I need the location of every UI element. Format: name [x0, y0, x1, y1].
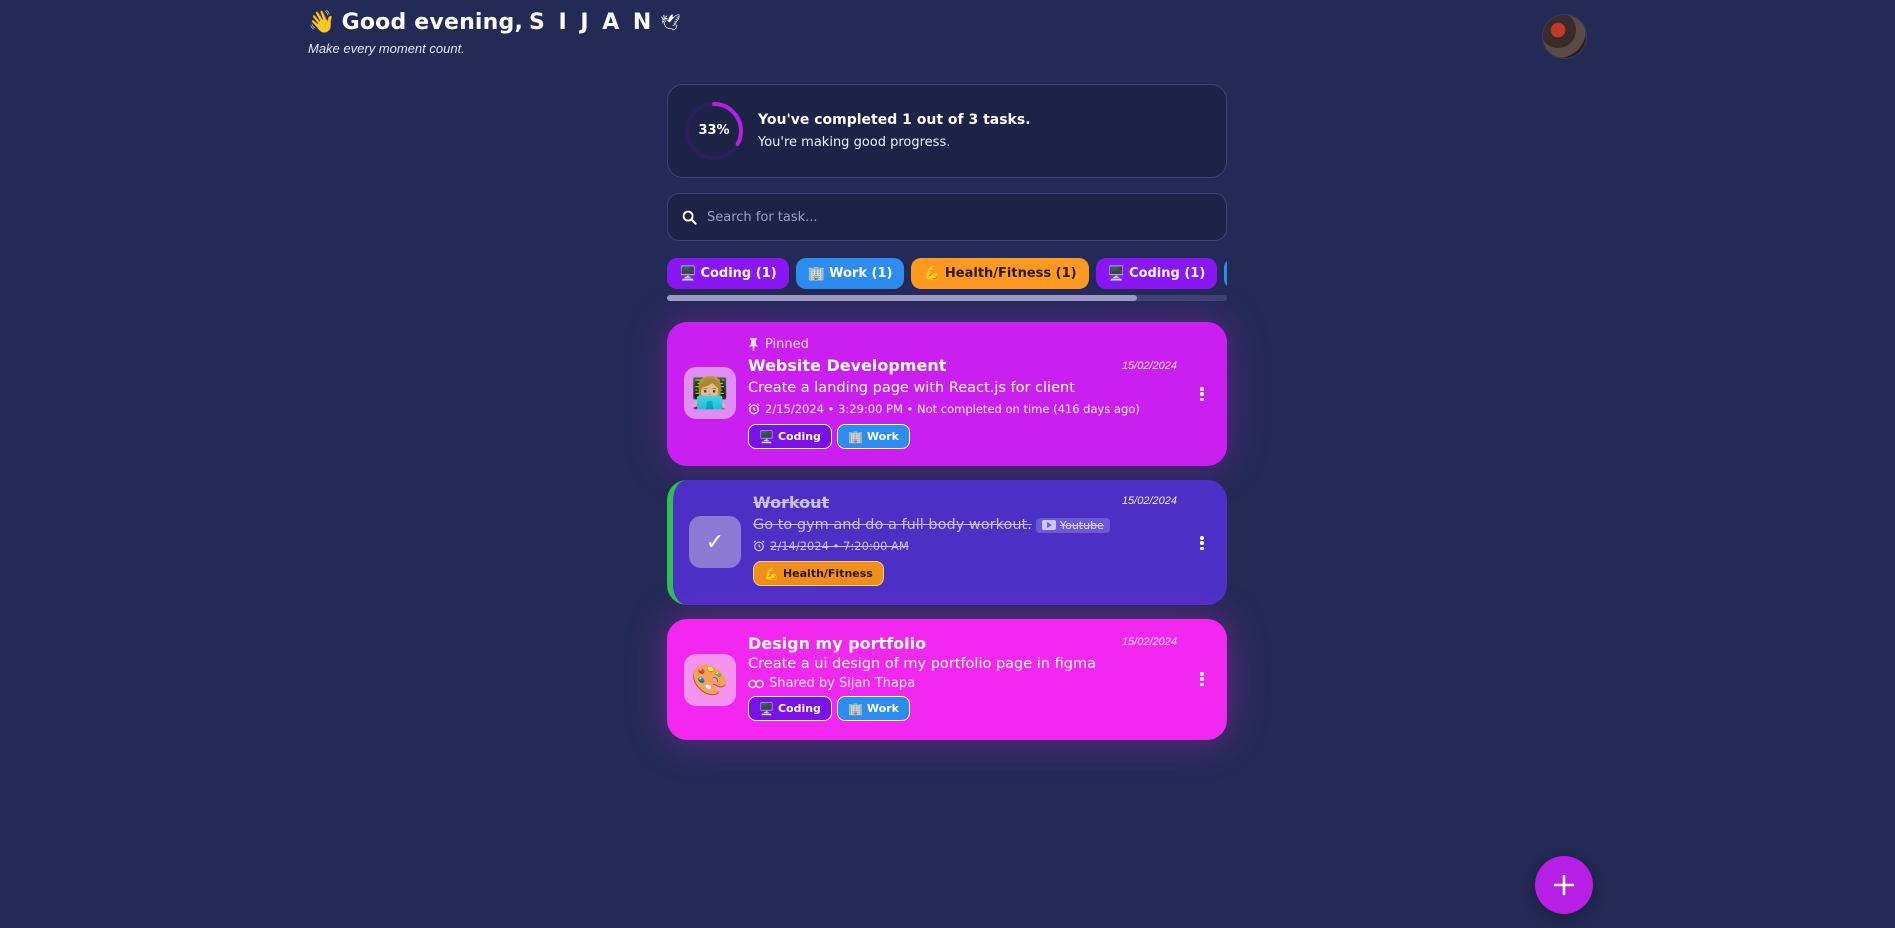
task-description-row: Go to gym and do a full body workout. Yo… [753, 517, 1177, 533]
greeting: 👋 Good evening, S I J A N 🕊 [308, 10, 681, 35]
category-chip-label: Coding (1) [700, 266, 777, 281]
add-task-button[interactable] [1535, 856, 1593, 914]
office-building-icon: 🏢 [847, 429, 863, 444]
office-building-icon: 🏢 [847, 701, 863, 716]
artist-palette-icon: 🎨 [684, 654, 736, 706]
category-chip-label: Coding (1) [1129, 266, 1206, 281]
category-chip-label: Health/Fitness (1) [944, 266, 1077, 281]
tag-label: Coding [777, 702, 821, 715]
task-card[interactable]: 👩🏼‍💻 Pinned Website Development 15/02/20… [667, 322, 1227, 466]
flexed-bicep-icon: 💪 [764, 566, 779, 581]
task-date: 15/02/2024 [1121, 636, 1177, 648]
greeting-prefix: Good evening, [341, 10, 524, 35]
tag-label: Work [866, 430, 899, 443]
technologist-icon: 👩🏼‍💻 [684, 367, 736, 419]
task-title: Website Development [748, 356, 947, 375]
user-name: S I J A N [529, 10, 655, 35]
progress-percent: 33% [698, 123, 730, 138]
task-card[interactable]: 🎨 Design my portfolio 15/02/2024 Create … [667, 619, 1227, 740]
youtube-icon [1041, 520, 1056, 530]
task-card-completed[interactable]: ✓ Workout 15/02/2024 Go to gym and do a … [667, 480, 1227, 605]
more-options-icon[interactable] [1197, 384, 1207, 404]
task-shared-by-text: Shared by Sijan Thapa [769, 676, 916, 691]
category-chip-work[interactable]: 🏢 Work (1) [795, 258, 905, 289]
task-description: Create a landing page with React.js for … [748, 380, 1075, 396]
tag-label: Coding [777, 430, 821, 443]
task-deadline-text: 2/15/2024 • 3:29:00 PM • Not completed o… [765, 402, 1140, 416]
category-chip-coding[interactable]: 🖥️ Coding (1) [667, 258, 789, 289]
youtube-link[interactable]: Youtube [1035, 517, 1110, 533]
pinned-indicator: Pinned [748, 335, 1177, 353]
checkmark-icon: ✓ [689, 516, 741, 568]
progress-card: 33% You've completed 1 out of 3 tasks. Y… [667, 84, 1227, 178]
category-bar: 🖥️ Coding (1) 🏢 Work (1) 💪 Health/Fitnes… [667, 258, 1227, 302]
desktop-icon: 🖥️ [759, 701, 774, 716]
progress-subtitle: You're making good progress. [758, 135, 951, 150]
task-shared-by: Shared by Sijan Thapa [748, 676, 1177, 691]
task-description: Create a ui design of my portfolio page … [748, 656, 1096, 672]
task-date: 15/02/2024 [1121, 360, 1177, 372]
header: 👋 Good evening, S I J A N 🕊 Make every m… [308, 10, 681, 56]
wave-icon: 👋 [308, 10, 336, 35]
tag-work[interactable]: 🏢 Work [836, 424, 910, 449]
task-deadline-text: 2/14/2024 • 7:20:00 AM [770, 539, 909, 553]
tag-label: Health/Fitness [782, 567, 873, 580]
category-chip-work-2[interactable] [1224, 258, 1227, 289]
greeting-subtitle: Make every moment count. [308, 41, 465, 56]
search-input[interactable] [707, 209, 1187, 225]
tag-coding[interactable]: 🖥️ Coding [748, 696, 832, 721]
category-scrollbar-thumb[interactable] [667, 295, 1138, 301]
category-chip-label: Work (1) [829, 266, 893, 281]
progress-ring: 33% [684, 101, 744, 161]
task-date: 15/02/2024 [1121, 495, 1177, 507]
category-chip-coding-2[interactable]: 🖥️ Coding (1) [1095, 258, 1218, 289]
pin-icon [749, 337, 758, 351]
plus-icon [1553, 874, 1575, 896]
task-deadline: 2/14/2024 • 7:20:00 AM [753, 539, 1177, 553]
tag-coding[interactable]: 🖥️ Coding [748, 424, 832, 449]
progress-title: You've completed 1 out of 3 tasks. [758, 112, 1031, 128]
alarm-clock-icon [753, 540, 765, 552]
desktop-icon: 🖥️ [759, 429, 774, 444]
desktop-icon: 🖥️ [679, 265, 697, 282]
category-chip-health-fitness[interactable]: 💪 Health/Fitness (1) [911, 258, 1089, 289]
task-title: Workout [753, 493, 830, 512]
tag-label: Work [866, 702, 899, 715]
more-options-icon[interactable] [1197, 669, 1207, 689]
category-scrollbar[interactable] [667, 295, 1227, 301]
search-bar[interactable] [667, 193, 1227, 241]
task-description: Go to gym and do a full body workout. [753, 517, 1032, 533]
avatar[interactable] [1543, 15, 1586, 58]
office-building-icon: 🏢 [807, 265, 826, 282]
dove-icon: 🕊 [660, 13, 681, 32]
search-icon [682, 210, 697, 225]
tag-work[interactable]: 🏢 Work [836, 696, 910, 721]
tag-health-fitness[interactable]: 💪 Health/Fitness [753, 561, 884, 586]
pinned-label: Pinned [765, 336, 809, 352]
task-title: Design my portfolio [748, 634, 927, 653]
flexed-bicep-icon: 💪 [923, 265, 941, 282]
desktop-icon: 🖥️ [1107, 265, 1126, 282]
link-icon [748, 679, 764, 688]
alarm-clock-icon [748, 403, 760, 415]
youtube-link-label: Youtube [1059, 518, 1104, 532]
more-options-icon[interactable] [1197, 533, 1207, 553]
task-deadline: 2/15/2024 • 3:29:00 PM • Not completed o… [748, 402, 1177, 416]
